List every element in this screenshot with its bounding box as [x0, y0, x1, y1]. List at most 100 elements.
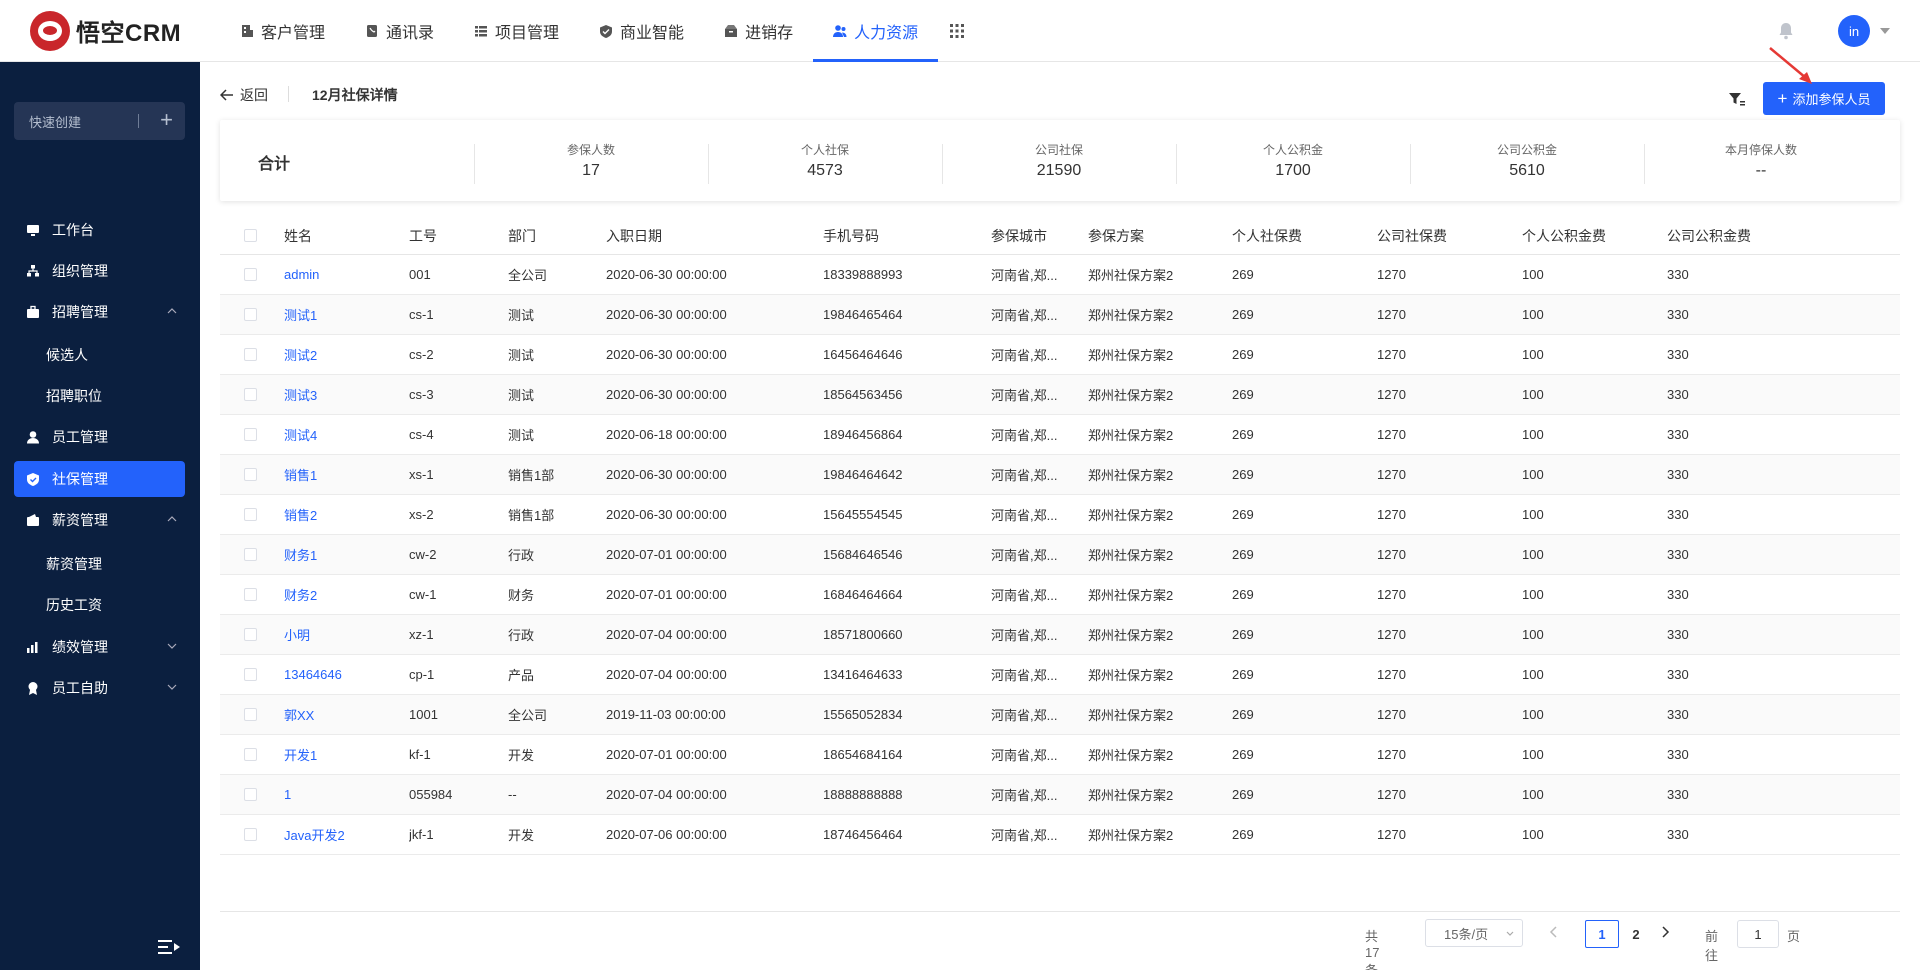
page-number-1[interactable]: 1 — [1585, 920, 1619, 948]
table-cell: 100 — [1522, 747, 1544, 762]
table-row[interactable]: 开发1 kf-1 开发 2020-07-01 00:00:00 18654684164 河… — [220, 735, 1900, 775]
chevron-down-icon[interactable] — [1880, 28, 1890, 34]
row-checkbox[interactable] — [244, 427, 257, 441]
stat-value: 4573 — [807, 162, 843, 179]
nav-item-1[interactable]: 通讯录 — [345, 0, 454, 62]
sidebar-subitem-3[interactable]: 候选人 — [46, 345, 88, 365]
row-checkbox[interactable] — [244, 707, 257, 721]
nav-item-2[interactable]: 项目管理 — [454, 0, 579, 62]
nav-item-3[interactable]: 商业智能 — [579, 0, 704, 62]
logo[interactable]: 悟空CRM — [30, 10, 200, 51]
row-checkbox[interactable] — [244, 267, 257, 281]
collapse-sidebar-icon[interactable] — [158, 939, 180, 955]
employee-name-link[interactable]: 销售1 — [284, 455, 317, 494]
plus-icon[interactable]: + — [160, 108, 173, 132]
nav-item-5[interactable]: 人力资源 — [813, 0, 939, 62]
table-row[interactable]: 测试4 cs-4 测试 2020-06-18 00:00:00 18946456864 河… — [220, 415, 1900, 455]
table-row[interactable]: 财务1 cw-2 行政 2020-07-01 00:00:00 15684646546 河… — [220, 535, 1900, 575]
bell-icon[interactable] — [1776, 21, 1796, 41]
employee-name-link[interactable]: 财务2 — [284, 575, 317, 614]
sidebar-subitem-8[interactable]: 薪资管理 — [46, 554, 102, 574]
employee-name-link[interactable]: 开发1 — [284, 735, 317, 774]
employee-name-link[interactable]: 销售2 — [284, 495, 317, 534]
sidebar-item-0[interactable]: 工作台 — [14, 212, 185, 248]
table-row[interactable]: Java开发2 jkf-1 开发 2020-07-06 00:00:00 1874645… — [220, 815, 1900, 855]
main-nav: 客户管理 通讯录 项目管理 商业智能 进销存 人力资源 — [220, 0, 939, 62]
sidebar-item-1[interactable]: 组织管理 — [14, 253, 185, 289]
row-checkbox[interactable] — [244, 387, 257, 401]
page-number-2[interactable]: 2 — [1619, 920, 1653, 948]
table-cell: 330 — [1667, 787, 1689, 802]
employee-name-link[interactable]: 测试2 — [284, 335, 317, 374]
row-checkbox[interactable] — [244, 827, 257, 841]
row-checkbox[interactable] — [244, 667, 257, 681]
employee-name-link[interactable]: 小明 — [284, 615, 310, 654]
table-row[interactable]: 13464646 cp-1 产品 2020-07-04 00:00:00 1341646… — [220, 655, 1900, 695]
table-row[interactable]: 测试3 cs-3 测试 2020-06-30 00:00:00 18564563456 河… — [220, 375, 1900, 415]
row-checkbox[interactable] — [244, 507, 257, 521]
table-cell: 100 — [1522, 427, 1544, 442]
sidebar-item-11[interactable]: 员工自助 — [14, 670, 185, 706]
apps-grid-button[interactable] — [938, 0, 976, 62]
table-cell: 330 — [1667, 347, 1689, 362]
next-page-icon[interactable] — [1659, 925, 1671, 939]
nav-item-4[interactable]: 进销存 — [704, 0, 813, 62]
sidebar-item-6[interactable]: 社保管理 — [14, 461, 185, 497]
table-row[interactable]: 郭XX 1001 全公司 2019-11-03 00:00:00 15565052834… — [220, 695, 1900, 735]
sidebar-subitem-4[interactable]: 招聘职位 — [46, 386, 102, 406]
row-checkbox[interactable] — [244, 547, 257, 561]
sidebar-item-7[interactable]: 薪资管理 — [14, 502, 185, 538]
building-icon — [242, 24, 253, 37]
table-cell: 100 — [1522, 707, 1544, 722]
back-button[interactable]: 返回 — [220, 85, 268, 105]
employee-name-link[interactable]: 测试4 — [284, 415, 317, 454]
select-all-checkbox[interactable] — [244, 228, 257, 242]
employee-name-link[interactable]: 财务1 — [284, 535, 317, 574]
row-checkbox[interactable] — [244, 587, 257, 601]
row-checkbox[interactable] — [244, 787, 257, 801]
table-row[interactable]: 财务2 cw-1 财务 2020-07-01 00:00:00 16846464664 河… — [220, 575, 1900, 615]
page-size-select[interactable]: 15条/页 — [1425, 919, 1523, 947]
table-cell: 郑州社保方案2 — [1088, 428, 1174, 443]
table-cell: xs-1 — [409, 467, 434, 482]
table-row[interactable]: 销售1 xs-1 销售1部 2020-06-30 00:00:00 1984646464… — [220, 455, 1900, 495]
table-row[interactable]: 小明 xz-1 行政 2020-07-04 00:00:00 18571800660 河南… — [220, 615, 1900, 655]
row-checkbox[interactable] — [244, 467, 257, 481]
user-icon — [27, 431, 39, 444]
prev-page-icon[interactable] — [1548, 925, 1560, 939]
table-cell: 开发 — [508, 748, 535, 763]
filter-icon[interactable] — [1728, 90, 1746, 108]
table-row[interactable]: 销售2 xs-2 销售1部 2020-06-30 00:00:00 1564555454… — [220, 495, 1900, 535]
goto-page-input[interactable]: 1 — [1737, 920, 1779, 948]
row-checkbox[interactable] — [244, 307, 257, 321]
employee-name-link[interactable]: admin — [284, 255, 319, 294]
table-cell: 1270 — [1377, 747, 1406, 762]
sidebar-item-5[interactable]: 员工管理 — [14, 419, 185, 455]
sidebar-item-2[interactable]: 招聘管理 — [14, 294, 185, 330]
employee-name-link[interactable]: Java开发2 — [284, 815, 345, 854]
table-cell: 269 — [1232, 827, 1254, 842]
table-cell: 269 — [1232, 507, 1254, 522]
table-row[interactable]: 测试2 cs-2 测试 2020-06-30 00:00:00 16456464646 河… — [220, 335, 1900, 375]
table-row[interactable]: admin 001 全公司 2020-06-30 00:00:00 1833988899… — [220, 255, 1900, 295]
table-cell: 19846465464 — [823, 307, 903, 322]
table-cell: 18888888888 — [823, 787, 903, 802]
nav-item-0[interactable]: 客户管理 — [220, 0, 345, 62]
employee-name-link[interactable]: 1 — [284, 775, 291, 814]
row-checkbox[interactable] — [244, 747, 257, 761]
employee-name-link[interactable]: 13464646 — [284, 655, 342, 694]
sidebar-subitem-9[interactable]: 历史工资 — [46, 595, 102, 615]
table-row[interactable]: 1 055984 -- 2020-07-04 00:00:00 18888888888 河… — [220, 775, 1900, 815]
table-row[interactable]: 测试1 cs-1 测试 2020-06-30 00:00:00 19846465464 河… — [220, 295, 1900, 335]
employee-name-link[interactable]: 测试3 — [284, 375, 317, 414]
employee-name-link[interactable]: 郭XX — [284, 695, 314, 734]
sidebar-item-10[interactable]: 绩效管理 — [14, 629, 185, 665]
table-cell: 1270 — [1377, 427, 1406, 442]
user-avatar[interactable]: in — [1838, 15, 1870, 47]
employee-name-link[interactable]: 测试1 — [284, 295, 317, 334]
row-checkbox[interactable] — [244, 347, 257, 361]
summary-stat: 参保人数 17 — [474, 120, 708, 201]
back-label: 返回 — [240, 87, 268, 103]
row-checkbox[interactable] — [244, 627, 257, 641]
quick-create-button[interactable]: 快速创建 + — [14, 102, 185, 140]
